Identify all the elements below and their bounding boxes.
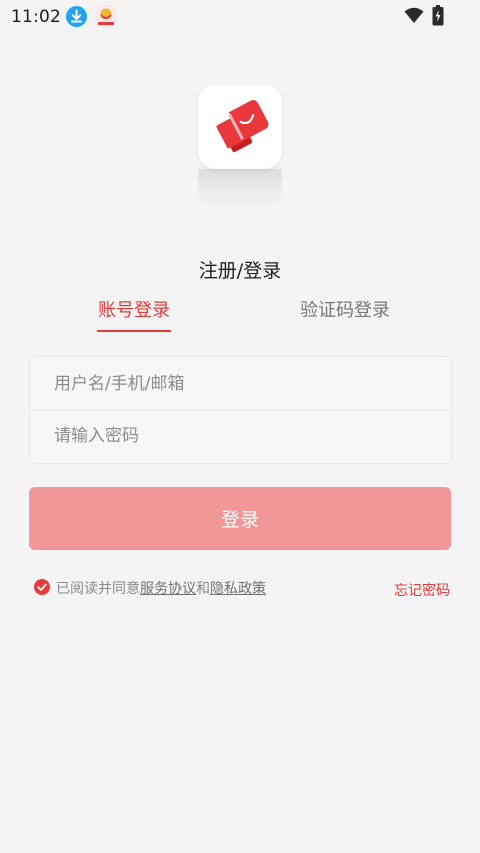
tab-account-login[interactable]: 账号登录	[84, 296, 184, 322]
forgot-password-link[interactable]: 忘记密码	[380, 580, 450, 600]
wifi-icon	[404, 6, 424, 28]
page-title: 注册/登录	[198, 260, 282, 282]
privacy-policy-link[interactable]: 隐私政策	[210, 581, 266, 597]
password-input[interactable]	[30, 410, 451, 462]
agree-checkbox[interactable]	[34, 579, 50, 595]
battery-charging-icon	[432, 5, 444, 30]
agreement-connector: 和	[196, 581, 210, 597]
agreement-text: 已阅读并同意服务协议和隐私政策	[56, 578, 266, 598]
app-logo	[198, 85, 282, 169]
username-input[interactable]	[30, 358, 451, 410]
status-time: 11:02	[11, 7, 61, 27]
login-form	[29, 356, 452, 464]
tab-code-login[interactable]: 验证码登录	[290, 296, 400, 322]
status-bar: 11:02	[0, 0, 480, 34]
logo-reflection	[198, 169, 282, 209]
app-notification-icon	[96, 5, 116, 27]
service-agreement-link[interactable]: 服务协议	[140, 581, 196, 597]
tab-active-indicator	[97, 330, 171, 332]
login-button[interactable]: 登录	[29, 487, 451, 550]
agreement-prefix: 已阅读并同意	[56, 581, 140, 597]
download-icon	[66, 6, 87, 27]
